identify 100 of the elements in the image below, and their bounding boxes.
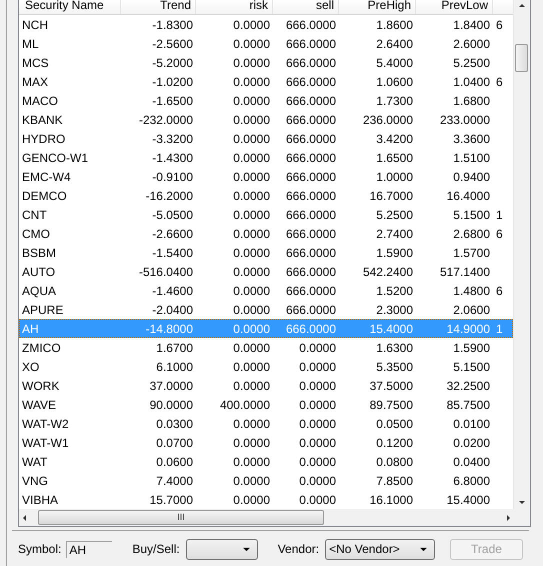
- table-row[interactable]: WAT-W1 0.0700 0.0000 0.0000 0.1200 0.0200: [19, 433, 513, 452]
- table-cell-text: 666.0000: [284, 36, 337, 50]
- table-cell-text: 6.1000: [155, 360, 194, 374]
- column-header[interactable]: Trend: [121, 0, 196, 14]
- symbol-label: Symbol:: [18, 542, 62, 556]
- table-cell-text: 0.0000: [232, 36, 271, 50]
- table-cell-text: VNG: [21, 474, 50, 488]
- table-row[interactable]: AQUA -1.4600 0.0000 666.0000 1.5200 1.4800 6: [19, 281, 513, 300]
- table-cell-text: -516.0400: [138, 264, 194, 278]
- table-cell-text: 233.0000: [438, 112, 491, 126]
- table-cell-text: 6: [495, 226, 504, 240]
- table-cell-text: 1.5900: [452, 340, 491, 354]
- table-row[interactable]: XO 6.1000 0.0000 0.0000 5.3500 5.1500: [19, 357, 513, 376]
- symbol-field[interactable]: AH: [66, 540, 112, 558]
- table-cell-text: 1.6500: [375, 150, 414, 164]
- table-cell-text: 666.0000: [284, 132, 337, 146]
- table-cell-text: 85.7500: [446, 398, 491, 412]
- table-row[interactable]: MAX -1.0200 0.0000 666.0000 1.0600 1.0400 6: [19, 72, 513, 91]
- table-cell-text: 0.0000: [298, 492, 337, 506]
- table-row[interactable]: CMO -2.6600 0.0000 666.0000 2.7400 2.6800 6: [19, 224, 513, 243]
- table-cell-text: 666.0000: [284, 18, 337, 32]
- table-row[interactable]: EMC-W4 -0.9100 0.0000 666.0000 1.0000 0.9400: [19, 167, 513, 186]
- scroll-thumb[interactable]: [515, 44, 528, 72]
- table-cell-text: 2.7400: [375, 226, 414, 240]
- table-cell-text: 1.0000: [375, 170, 414, 184]
- table-cell-text: 6: [495, 18, 504, 32]
- table-cell-text: 89.7500: [368, 398, 414, 412]
- table-cell-text: 0.0000: [232, 492, 271, 506]
- table-cell-text: 0.0000: [232, 56, 271, 70]
- table-cell-text: 90.0000: [148, 398, 194, 412]
- table-cell-text: 666.0000: [284, 302, 337, 316]
- column-header[interactable]: PreHigh: [339, 0, 416, 14]
- table-row[interactable]: CNT -5.0500 0.0000 666.0000 5.2500 5.1500 1: [19, 205, 513, 224]
- table-cell-text: 16.1000: [368, 492, 414, 506]
- table-cell-text: 0.0000: [232, 436, 271, 450]
- column-header[interactable]: sell: [273, 0, 339, 14]
- table-cell-text: 0.0000: [298, 416, 337, 430]
- table-row[interactable]: DEMCO -16.2000 0.0000 666.0000 16.7000 16.4000: [19, 186, 513, 205]
- table-cell-text: 0.0000: [232, 74, 271, 88]
- vertical-scrollbar[interactable]: [513, 0, 530, 509]
- table-row[interactable]: WAT 0.0600 0.0000 0.0000 0.0800 0.0400: [19, 452, 513, 471]
- vendor-dropdown[interactable]: <No Vendor>: [325, 538, 436, 560]
- table-cell-text: 0.0000: [232, 18, 271, 32]
- table-row[interactable]: NCH -1.8300 0.0000 666.0000 1.8600 1.8400 6: [19, 15, 513, 34]
- table-cell-text: 0.0000: [232, 188, 271, 202]
- table-cell-text: -0.9100: [151, 170, 194, 184]
- table-cell-text: 666.0000: [284, 170, 337, 184]
- table-row[interactable]: HYDRO -3.3200 0.0000 666.0000 3.4200 3.3600: [19, 129, 513, 148]
- table-cell-text: 0.0500: [375, 416, 414, 430]
- table-row[interactable]: ZMICO 1.6700 0.0000 0.0000 1.6300 1.5900: [19, 338, 513, 357]
- table-row[interactable]: GENCO-W1 -1.4300 0.0000 666.0000 1.6500 1.5100: [19, 148, 513, 167]
- table-cell-text: MACO: [21, 94, 59, 108]
- table-cell-text: 666.0000: [284, 150, 337, 164]
- table-cell-text: 0.0000: [298, 474, 337, 488]
- table-row[interactable]: MCS -5.2000 0.0000 666.0000 5.4000 5.2500: [19, 53, 513, 72]
- table-cell-text: 32.2500: [446, 378, 491, 392]
- table-cell-text: GENCO-W1: [21, 150, 89, 164]
- table-cell-text: 15.4000: [446, 492, 491, 506]
- scroll-thumb[interactable]: III: [38, 510, 324, 525]
- table-row[interactable]: MACO -1.6500 0.0000 666.0000 1.7300 1.6800: [19, 91, 513, 110]
- horizontal-scrollbar[interactable]: III: [19, 509, 530, 526]
- caret-icon: [242, 546, 251, 552]
- table-cell-text: 0.0400: [452, 454, 491, 468]
- table-cell-text: 666.0000: [284, 94, 337, 108]
- table-row[interactable]: WORK 37.0000 0.0000 0.0000 37.5000 32.2500: [19, 376, 513, 395]
- table-cell-text: 1: [495, 208, 504, 222]
- table-cell-text: -14.8000: [144, 322, 194, 336]
- table-cell-text: 0.0000: [232, 416, 271, 430]
- table-cell-text: 0.0000: [232, 264, 271, 278]
- table-row[interactable]: AUTO -516.0400 0.0000 666.0000 542.2400 517.1400: [19, 262, 513, 281]
- table-cell-text: 0.0000: [232, 226, 271, 240]
- table-cell-text: 0.0000: [232, 378, 271, 392]
- table-row[interactable]: WAT-W2 0.0300 0.0000 0.0000 0.0500 0.0100: [19, 414, 513, 433]
- table-cell-text: MAX: [21, 74, 50, 88]
- column-header[interactable]: PrevLow: [416, 0, 493, 14]
- table-cell-text: 0.1200: [375, 436, 414, 450]
- table-cell-text: 0.0000: [298, 454, 337, 468]
- table-row[interactable]: KBANK -232.0000 0.0000 666.0000 236.0000 233.0000: [19, 110, 513, 129]
- table-cell-text: 6.8000: [452, 474, 491, 488]
- table-cell-text: 0.0000: [232, 94, 271, 108]
- table-row[interactable]: VIBHA 15.7000 0.0000 0.0000 16.1000 15.4000: [19, 490, 513, 509]
- table-row[interactable]: WAVE 90.0000 400.0000 0.0000 89.7500 85.7500: [19, 395, 513, 414]
- table-cell-text: CMO: [21, 226, 51, 240]
- table-cell-text: EMC-W4: [21, 170, 72, 184]
- table-cell-text: 3.3600: [452, 132, 491, 146]
- table-cell-text: -2.0400: [151, 302, 194, 316]
- column-header[interactable]: risk: [196, 0, 273, 14]
- table-row[interactable]: BSBM -1.5400 0.0000 666.0000 1.5900 1.5700: [19, 243, 513, 262]
- column-header[interactable]: Security Name: [19, 0, 121, 14]
- table-cell-text: 1.0400: [452, 74, 491, 88]
- table-cell-text: 1.5200: [375, 284, 414, 298]
- table-row[interactable]: VNG 7.4000 0.0000 0.0000 7.8500 6.8000: [19, 471, 513, 490]
- table-cell-text: XO: [21, 360, 40, 374]
- table-cell-text: WAT: [21, 454, 48, 468]
- table-cell-text: -1.4600: [151, 284, 194, 298]
- table-row[interactable]: ML -2.5600 0.0000 666.0000 2.6400 2.6000: [19, 34, 513, 53]
- buy-sell-dropdown[interactable]: [186, 538, 258, 560]
- table-cell-text: 5.4000: [375, 56, 414, 70]
- table-cell-text: AUTO: [21, 264, 56, 278]
- table-row[interactable]: APURE -2.0400 0.0000 666.0000 2.3000 2.0600: [19, 300, 513, 319]
